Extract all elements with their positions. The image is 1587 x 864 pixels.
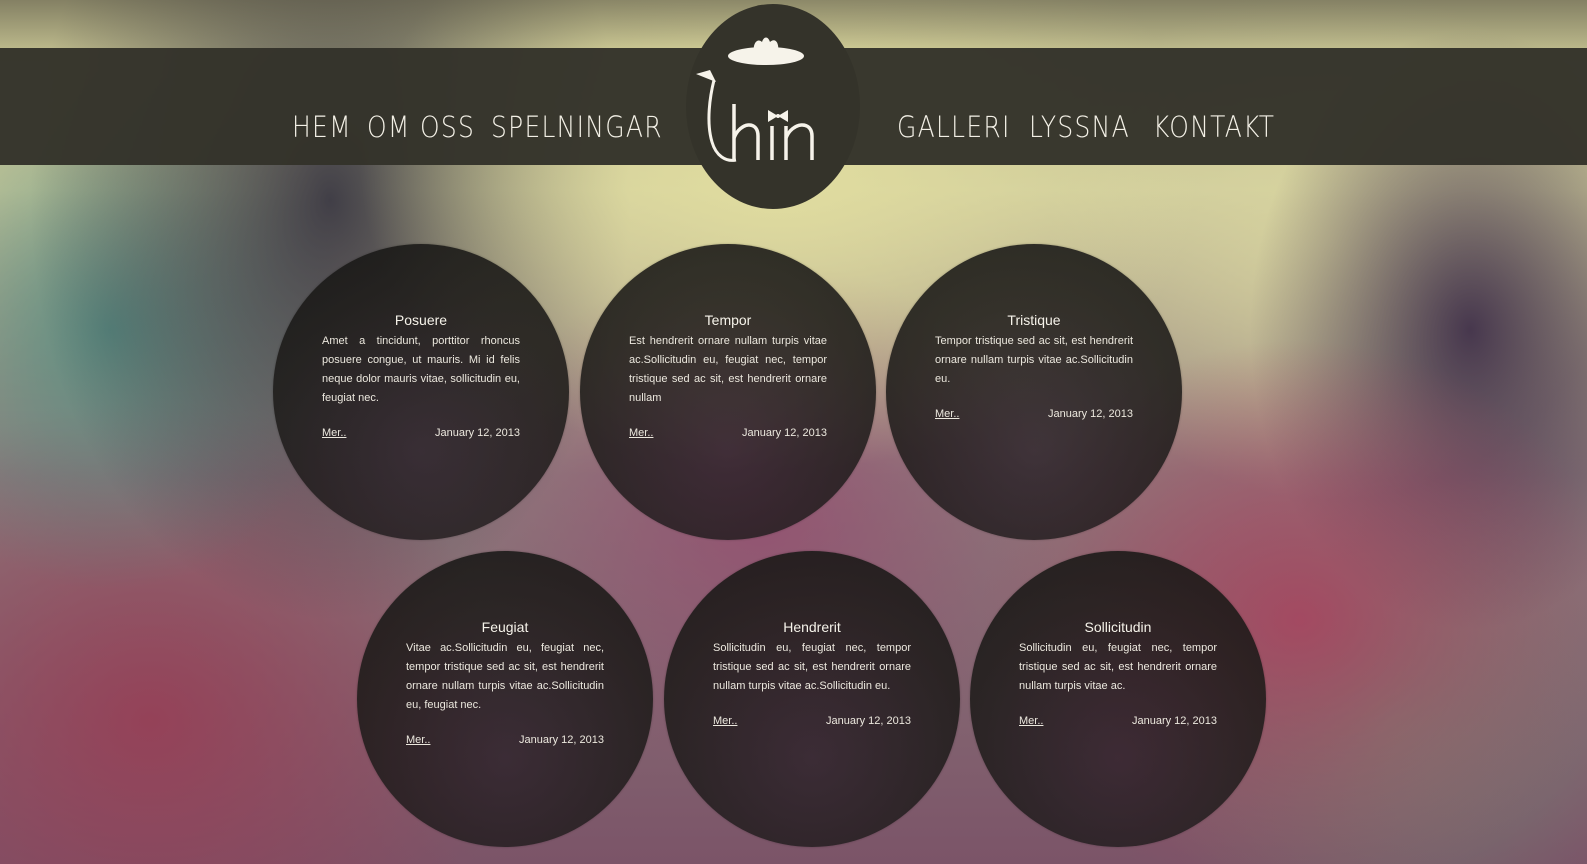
bowtie-icon [768, 110, 788, 122]
post-date: January 12, 2013 [1131, 715, 1217, 727]
post-date: January 12, 2013 [518, 734, 604, 746]
post-title: Feugiat [481, 619, 529, 635]
post-card-tempor: Tempor Est hendrerit ornare nullam turpi… [580, 244, 876, 540]
post-excerpt: Est hendrerit ornare nullam turpis vitae… [629, 335, 827, 404]
devil-tail-icon [696, 70, 737, 162]
post-title: Hendrerit [783, 619, 841, 635]
nav-link-galleri[interactable]: GALLERI [897, 110, 1011, 144]
nav-link-lyssna[interactable]: LYSSNA [1029, 110, 1136, 144]
read-more-link[interactable]: Mer.. [406, 734, 430, 746]
read-more-link[interactable]: Mer.. [935, 408, 959, 420]
logo-text-hin [732, 104, 814, 160]
post-card-tristique: Tristique Tempor tristique sed ac sit, e… [886, 244, 1182, 540]
site-logo[interactable] [692, 30, 832, 170]
post-date: January 12, 2013 [1047, 408, 1133, 420]
post-title: Tempor [704, 312, 752, 328]
post-excerpt: Sollicitudin eu, feugiat nec, tempor tri… [1019, 642, 1217, 692]
post-date: January 12, 2013 [825, 715, 911, 727]
post-card-feugiat: Feugiat Vitae ac.Sollicitudin eu, feugia… [357, 551, 653, 847]
post-title: Posuere [394, 312, 448, 328]
post-card-hendrerit: Hendrerit Sollicitudin eu, feugiat nec, … [664, 551, 960, 847]
post-title: Sollicitudin [1084, 619, 1152, 635]
read-more-link[interactable]: Mer.. [322, 427, 346, 439]
main-nav-right: GALLERI LYSSNA KONTAKT [897, 110, 1283, 144]
read-more-link[interactable]: Mer.. [629, 427, 653, 439]
read-more-link[interactable]: Mer.. [1019, 715, 1043, 727]
nav-link-hem[interactable]: HEM [292, 110, 357, 144]
post-excerpt: Tempor tristique sed ac sit, est hendrer… [935, 335, 1133, 385]
nav-link-om-oss[interactable]: OM OSS [367, 110, 474, 144]
main-nav-left: HEM OM OSS SPELNINGAR [292, 110, 662, 144]
post-date: January 12, 2013 [434, 427, 520, 439]
nav-link-kontakt[interactable]: KONTAKT [1153, 110, 1274, 144]
post-card-sollicitudin: Sollicitudin Sollicitudin eu, feugiat ne… [970, 551, 1266, 847]
nav-link-spelningar[interactable]: SPELNINGAR [491, 110, 662, 144]
read-more-link[interactable]: Mer.. [713, 715, 737, 727]
post-excerpt: Amet a tincidunt, porttitor rhoncus posu… [322, 335, 520, 404]
post-excerpt: Vitae ac.Sollicitudin eu, feugiat nec, t… [406, 642, 604, 711]
post-date: January 12, 2013 [741, 427, 827, 439]
hat-icon [728, 37, 804, 65]
post-card-posuere: Posuere Amet a tincidunt, porttitor rhon… [273, 244, 569, 540]
post-title: Tristique [1007, 312, 1061, 328]
logo-graphic [696, 37, 814, 162]
post-excerpt: Sollicitudin eu, feugiat nec, tempor tri… [713, 642, 911, 692]
